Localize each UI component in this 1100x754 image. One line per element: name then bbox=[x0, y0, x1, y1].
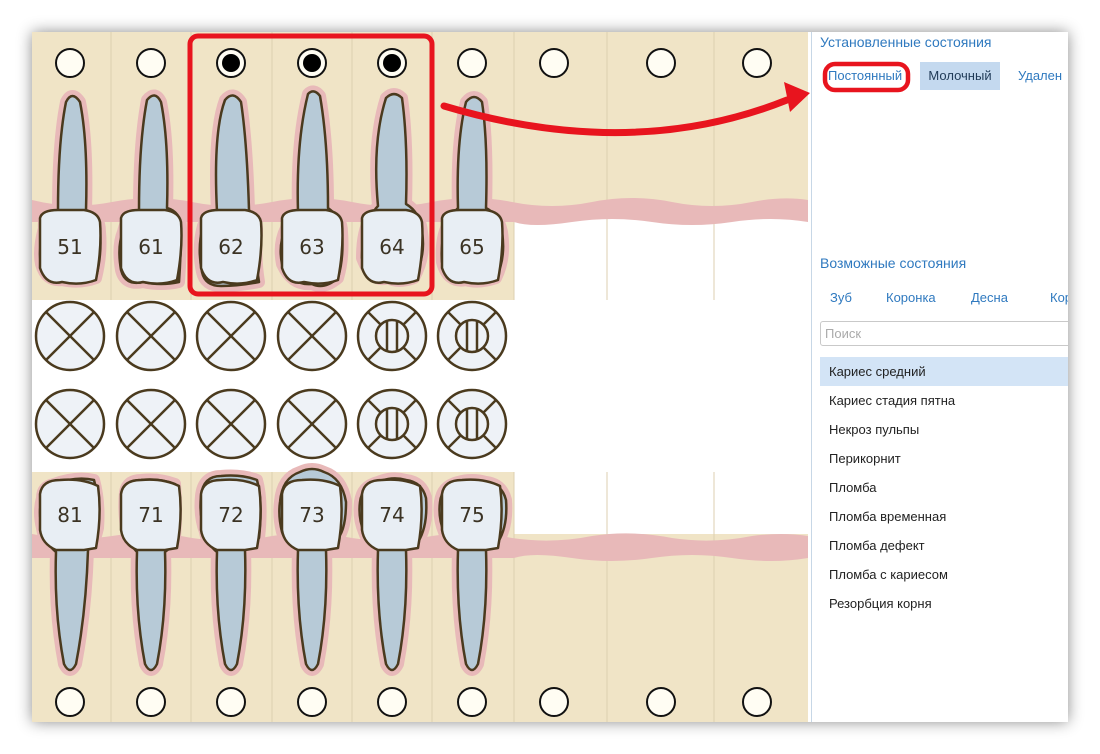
state-list-item[interactable]: Пломба с кариесом bbox=[820, 560, 1068, 589]
upper-marker-8 bbox=[646, 48, 676, 78]
tooth-number-label: 65 bbox=[459, 235, 484, 259]
upper-state-symbol-3 bbox=[195, 300, 267, 372]
lower-marker-1 bbox=[55, 687, 85, 717]
tooth-number-label: 64 bbox=[379, 235, 404, 259]
upper-empty-area bbox=[514, 218, 808, 300]
state-list-item[interactable]: Кариес средний bbox=[820, 357, 1068, 386]
lower-marker-6 bbox=[457, 687, 487, 717]
lower-empty-area bbox=[514, 472, 808, 534]
tooth-number-label: 81 bbox=[57, 503, 82, 527]
tooth-chart: 51 61 62 63 64 65 81 71 72 73 74 75 bbox=[32, 32, 808, 722]
state-list-item[interactable]: Резорбция корня bbox=[820, 589, 1068, 618]
lower-state-symbol-2 bbox=[115, 388, 187, 460]
lower-marker-8 bbox=[646, 687, 676, 717]
panel-divider bbox=[811, 32, 812, 722]
lower-marker-3 bbox=[216, 687, 246, 717]
lower-state-symbol-3 bbox=[195, 388, 267, 460]
tab-crown[interactable]: Коронка bbox=[886, 290, 936, 305]
lower-marker-5 bbox=[377, 687, 407, 717]
filled-dot bbox=[303, 54, 321, 72]
lower-state-symbol-4 bbox=[276, 388, 348, 460]
filled-dot bbox=[222, 54, 240, 72]
tab-root[interactable]: Кор bbox=[1050, 290, 1068, 305]
state-chip-removed[interactable]: Удален bbox=[1018, 62, 1062, 90]
upper-state-symbol-6 bbox=[436, 300, 508, 372]
upper-marker-7 bbox=[539, 48, 569, 78]
state-chip-permanent[interactable]: Постоянный bbox=[828, 62, 902, 90]
upper-state-symbol-1 bbox=[34, 300, 106, 372]
filled-dot bbox=[383, 54, 401, 72]
states-panel: Установленные состояния Постоянный Молоч… bbox=[820, 32, 1068, 722]
tooth-number-label: 63 bbox=[299, 235, 324, 259]
tooth-number-label: 74 bbox=[379, 503, 404, 527]
tab-tooth[interactable]: Зуб bbox=[830, 290, 852, 305]
lower-state-symbol-5 bbox=[356, 388, 428, 460]
tab-gum[interactable]: Десна bbox=[971, 290, 1008, 305]
tooth-number-label: 71 bbox=[138, 503, 163, 527]
lower-state-symbol-6 bbox=[436, 388, 508, 460]
state-list-item[interactable]: Пломба временная bbox=[820, 502, 1068, 531]
upper-marker-6 bbox=[457, 48, 487, 78]
lower-marker-7 bbox=[539, 687, 569, 717]
tooth-number-label: 75 bbox=[459, 503, 484, 527]
tooth-number-label: 62 bbox=[218, 235, 243, 259]
upper-state-symbol-2 bbox=[115, 300, 187, 372]
lower-marker-4 bbox=[297, 687, 327, 717]
search-input[interactable] bbox=[820, 321, 1068, 346]
upper-marker-9 bbox=[742, 48, 772, 78]
state-list-item[interactable]: Перикорнит bbox=[820, 444, 1068, 473]
state-list-item[interactable]: Кариес стадия пятна bbox=[820, 386, 1068, 415]
tooth-number-label: 72 bbox=[218, 503, 243, 527]
dental-chart-window: 51 61 62 63 64 65 81 71 72 73 74 75 Установленные с… bbox=[32, 32, 1068, 722]
upper-state-symbol-5 bbox=[356, 300, 428, 372]
possible-states-title: Возможные состояния bbox=[820, 255, 967, 271]
lower-marker-9 bbox=[742, 687, 772, 717]
state-list-item[interactable]: Пломба дефект bbox=[820, 531, 1068, 560]
tooth-number-label: 51 bbox=[57, 235, 82, 259]
state-list-item[interactable]: Пломба bbox=[820, 473, 1068, 502]
tooth-number-label: 73 bbox=[299, 503, 324, 527]
tooth-number-label: 61 bbox=[138, 235, 163, 259]
lower-state-symbol-1 bbox=[34, 388, 106, 460]
installed-states-title: Установленные состояния bbox=[820, 34, 992, 50]
lower-marker-2 bbox=[136, 687, 166, 717]
possible-states-list: Кариес средний Кариес стадия пятна Некроз … bbox=[820, 357, 1068, 618]
upper-marker-2 bbox=[136, 48, 166, 78]
state-list-item[interactable]: Некроз пульпы bbox=[820, 415, 1068, 444]
state-chip-milk[interactable]: Молочный bbox=[920, 62, 1000, 90]
upper-marker-1 bbox=[55, 48, 85, 78]
upper-state-symbol-4 bbox=[276, 300, 348, 372]
